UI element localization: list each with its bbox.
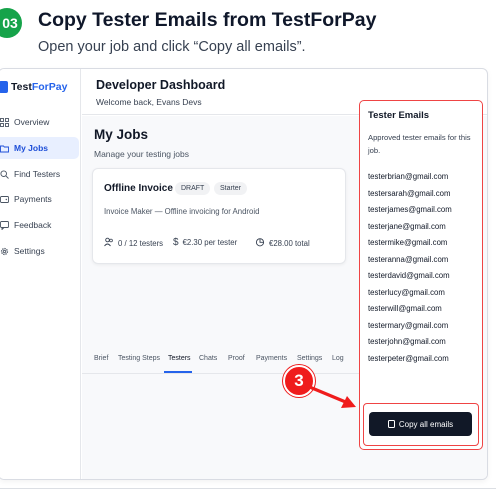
brand-accent: ForPay <box>31 81 68 93</box>
users-icon <box>104 237 114 250</box>
tester-emails-panel: Tester Emails Approved tester emails for… <box>359 100 483 450</box>
copy-all-emails-button[interactable]: Copy all emails <box>369 412 472 436</box>
sidebar-item-label: My Jobs <box>14 143 49 153</box>
section-title: My Jobs <box>94 127 149 142</box>
testers-count: 0 / 12 testers <box>118 239 164 248</box>
sidebar-item-payments[interactable]: Payments <box>0 188 79 210</box>
sidebar-item-settings[interactable]: Settings <box>0 240 79 262</box>
grid-icon <box>0 117 9 127</box>
email-item: testerbrian@gmail.com <box>368 172 449 181</box>
job-card[interactable]: Offline Invoice DRAFT Starter Invoice Ma… <box>92 168 346 264</box>
tab-log[interactable]: Log <box>332 355 344 362</box>
email-item: testerlucy@gmail.com <box>368 287 445 297</box>
brand-logo[interactable]: TestForPay <box>0 81 67 93</box>
panel-description: Approved tester emails for this job. <box>368 133 471 155</box>
page-title: Developer Dashboard <box>96 78 226 92</box>
email-item: testerjohn@gmail.com <box>368 337 446 346</box>
divider <box>0 488 496 489</box>
step-number-badge: 03 <box>0 8 22 38</box>
price-stat: $ €2.30 per tester <box>173 237 237 248</box>
tab-testing-steps[interactable]: Testing Steps <box>118 355 160 362</box>
sidebar-item-my-jobs[interactable]: My Jobs <box>0 137 79 159</box>
sidebar-item-label: Settings <box>14 246 45 256</box>
comment-icon <box>0 220 9 230</box>
email-item: testeranna@gmail.com <box>368 254 449 264</box>
job-name: Offline Invoice <box>104 183 173 194</box>
folder-icon <box>0 144 9 153</box>
email-item: testerjames@gmail.com <box>368 205 452 214</box>
pie-icon <box>255 237 265 250</box>
plan-badge: Starter <box>214 182 248 195</box>
wallet-icon <box>0 195 9 204</box>
total-stat: €28.00 total <box>255 237 310 250</box>
email-item: testermary@gmail.com <box>368 320 449 330</box>
pointer-arrow-icon <box>310 386 356 408</box>
sidebar-item-overview[interactable]: Overview <box>0 111 79 133</box>
status-badge: DRAFT <box>175 182 211 195</box>
sidebar-item-label: Feedback <box>14 220 52 230</box>
clipboard-icon <box>387 420 395 428</box>
panel-title: Tester Emails <box>368 110 430 121</box>
email-item: testerpeter@gmail.com <box>368 353 449 363</box>
testers-stat: 0 / 12 testers <box>104 237 163 250</box>
tab-proof[interactable]: Proof <box>228 355 245 362</box>
sidebar-item-label: Find Testers <box>14 169 61 179</box>
welcome-message: Welcome back, Evans Devs <box>96 97 202 107</box>
logo-icon <box>0 81 8 93</box>
job-description: Invoice Maker — Offline invoicing for An… <box>104 207 260 216</box>
email-item: testerjane@gmail.com <box>368 221 446 231</box>
gear-icon <box>0 247 9 256</box>
tab-settings[interactable]: Settings <box>297 355 322 362</box>
section-subtitle: Manage your testing jobs <box>94 149 189 159</box>
sidebar-item-feedback[interactable]: Feedback <box>0 214 79 236</box>
total-price: €28.00 total <box>269 239 310 248</box>
tab-brief[interactable]: Brief <box>94 355 108 362</box>
email-item: testermike@gmail.com <box>368 238 448 247</box>
dollar-icon: $ <box>173 237 179 248</box>
sidebar-item-label: Overview <box>14 117 50 127</box>
sidebar-item-find-testers[interactable]: Find Testers <box>0 163 79 185</box>
job-tabs: Brief Testing Steps Testers Chats Proof … <box>94 355 354 373</box>
email-item: testerdavid@gmail.com <box>368 271 450 280</box>
email-item: testerwill@gmail.com <box>368 304 442 313</box>
search-icon <box>0 169 9 179</box>
tab-testers[interactable]: Testers <box>168 355 191 362</box>
brand-name: Test <box>11 81 32 93</box>
tab-payments[interactable]: Payments <box>256 355 287 362</box>
sidebar-item-label: Payments <box>14 194 52 204</box>
step-title: Copy Tester Emails from TestForPay <box>38 9 377 31</box>
email-item: testersarah@gmail.com <box>368 188 451 198</box>
copy-button-label: Copy all emails <box>398 419 454 429</box>
sidebar: TestForPay Overview My Jobs Find Testers… <box>0 69 81 479</box>
tab-chats[interactable]: Chats <box>199 355 217 362</box>
tabs-divider <box>82 373 360 374</box>
price-per-tester: €2.30 per tester <box>182 238 238 247</box>
step-subtitle: Open your job and click “Copy all emails… <box>38 39 306 55</box>
